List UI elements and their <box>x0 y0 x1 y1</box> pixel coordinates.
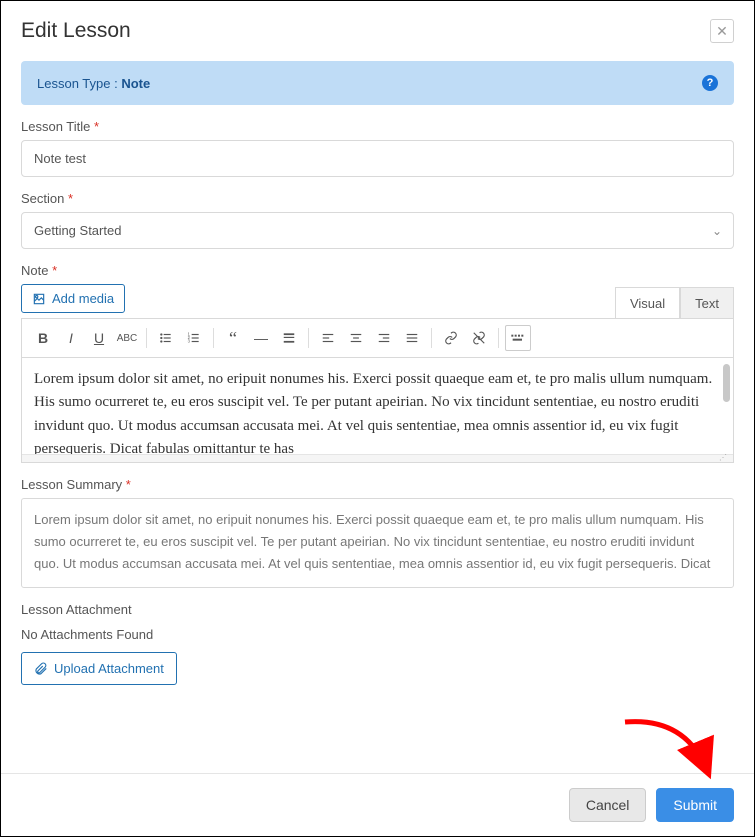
editor-tabs: Visual Text <box>615 287 734 320</box>
blockquote-button[interactable]: “ <box>220 325 246 351</box>
banner-text: Lesson Type : Note <box>37 76 150 91</box>
toolbar-separator <box>498 328 499 348</box>
attachment-field: Lesson Attachment No Attachments Found U… <box>21 602 734 685</box>
link-button[interactable] <box>438 325 464 351</box>
summary-field: Lesson Summary * Lorem ipsum dolor sit a… <box>21 477 734 588</box>
resize-handle[interactable]: ⋰ <box>22 454 733 462</box>
underline-button[interactable]: U <box>86 325 112 351</box>
bullet-list-icon <box>159 331 173 345</box>
help-icon[interactable]: ? <box>702 75 718 91</box>
editor-toolbar: B I U ABC 123 “ — <box>22 319 733 358</box>
align-left-icon <box>321 331 335 345</box>
edit-lesson-modal: Edit Lesson ✕ Lesson Type : Note ? Lesso… <box>0 0 755 837</box>
media-icon <box>32 292 46 306</box>
unlink-button[interactable] <box>466 325 492 351</box>
numbered-list-button[interactable]: 123 <box>181 325 207 351</box>
modal-body: Lesson Type : Note ? Lesson Title * Sect… <box>1 61 754 774</box>
numbered-list-icon: 123 <box>187 331 201 345</box>
align-left-button[interactable] <box>315 325 341 351</box>
readmore-icon <box>282 331 296 345</box>
rich-text-editor: B I U ABC 123 “ — <box>21 318 734 463</box>
readmore-button[interactable] <box>276 325 302 351</box>
align-right-button[interactable] <box>371 325 397 351</box>
strikethrough-button[interactable]: ABC <box>114 325 140 351</box>
toolbar-separator <box>146 328 147 348</box>
lesson-title-label: Lesson Title * <box>21 119 734 134</box>
modal-title: Edit Lesson <box>21 19 131 43</box>
note-field: Note * Add media Visual Text B I U <box>21 263 734 463</box>
banner-prefix: Lesson Type : <box>37 76 121 91</box>
svg-text:3: 3 <box>188 339 191 344</box>
no-attachments-text: No Attachments Found <box>21 627 734 642</box>
attachment-label: Lesson Attachment <box>21 602 734 617</box>
align-center-button[interactable] <box>343 325 369 351</box>
section-label: Section * <box>21 191 734 206</box>
align-right-icon <box>377 331 391 345</box>
lesson-title-field: Lesson Title * <box>21 119 734 177</box>
align-justify-icon <box>405 331 419 345</box>
link-icon <box>444 331 458 345</box>
upload-attachment-button[interactable]: Upload Attachment <box>21 652 177 685</box>
keyboard-icon <box>510 333 526 343</box>
editor-scrollbar[interactable] <box>723 364 730 402</box>
summary-label: Lesson Summary * <box>21 477 734 492</box>
modal-footer: Cancel Submit <box>1 774 754 836</box>
italic-button[interactable]: I <box>58 325 84 351</box>
resize-grip-icon: ⋰ <box>719 456 729 462</box>
unlink-icon <box>472 331 486 345</box>
bullet-list-button[interactable] <box>153 325 179 351</box>
submit-button[interactable]: Submit <box>656 788 734 822</box>
hr-button[interactable]: — <box>248 325 274 351</box>
attachment-icon <box>34 662 48 676</box>
section-field: Section * Getting Started ⌄ <box>21 191 734 249</box>
lesson-type-banner: Lesson Type : Note ? <box>21 61 734 105</box>
align-justify-button[interactable] <box>399 325 425 351</box>
note-label: Note * <box>21 263 734 278</box>
align-center-icon <box>349 331 363 345</box>
toolbar-separator <box>308 328 309 348</box>
tab-visual[interactable]: Visual <box>615 287 680 320</box>
keyboard-button[interactable] <box>505 325 531 351</box>
toolbar-separator <box>213 328 214 348</box>
tab-text[interactable]: Text <box>680 287 734 320</box>
banner-value: Note <box>121 76 150 91</box>
lesson-title-input[interactable] <box>21 140 734 177</box>
section-select[interactable]: Getting Started <box>21 212 734 249</box>
summary-textarea[interactable]: Lorem ipsum dolor sit amet, no eripuit n… <box>21 498 734 588</box>
editor-content[interactable]: Lorem ipsum dolor sit amet, no eripuit n… <box>22 358 733 454</box>
close-icon: ✕ <box>716 23 728 40</box>
close-button[interactable]: ✕ <box>710 19 734 43</box>
toolbar-separator <box>431 328 432 348</box>
add-media-button[interactable]: Add media <box>21 284 125 313</box>
modal-header: Edit Lesson ✕ <box>1 1 754 61</box>
bold-button[interactable]: B <box>30 325 56 351</box>
cancel-button[interactable]: Cancel <box>569 788 647 822</box>
